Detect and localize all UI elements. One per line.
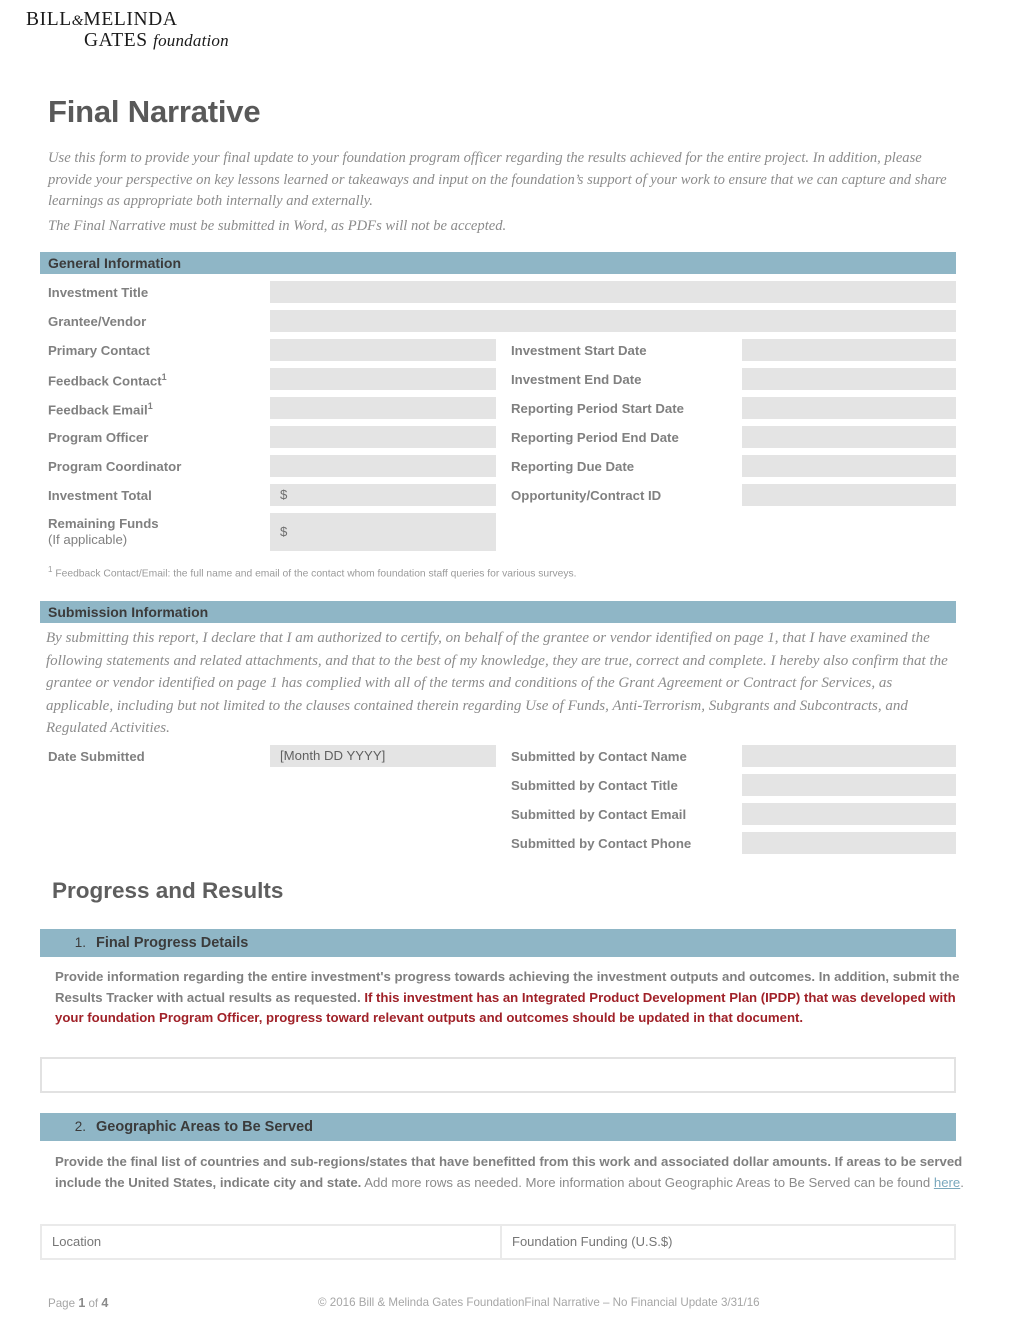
input-submitted-by-contact-phone[interactable]: [742, 832, 956, 854]
input-program-officer[interactable]: [270, 426, 496, 448]
label-grantee-vendor: Grantee/Vendor: [48, 314, 147, 329]
input-date-submitted[interactable]: [Month DD YYYY]: [270, 745, 496, 767]
input-reporting-period-end-date[interactable]: [742, 426, 956, 448]
label-submitted-by-contact-phone: Submitted by Contact Phone: [511, 836, 692, 851]
label-primary-contact: Primary Contact: [48, 343, 150, 358]
label-reporting-period-end-date: Reporting Period End Date: [511, 430, 679, 445]
label-feedback-contact: Feedback Contact1: [48, 372, 167, 389]
footnote-marker: 1: [147, 401, 153, 411]
footer-doc-ref: Final Narrative – No Financial Update 3/…: [524, 1296, 760, 1309]
input-feedback-contact[interactable]: [270, 368, 496, 390]
document-page: Bill&Melinda Gates foundation Final Narr…: [0, 0, 1020, 1320]
label-investment-title: Investment Title: [48, 285, 149, 300]
logo-gates: Gates: [84, 29, 148, 51]
section-header-final-progress-details: 1. Final Progress Details: [40, 929, 956, 957]
logo-foundation: foundation: [153, 30, 229, 50]
label-opportunity-contract-id: Opportunity/Contract ID: [511, 488, 662, 503]
section-number: 2.: [74, 1119, 86, 1134]
page-title: Final Narrative: [48, 94, 261, 129]
label-submitted-by-contact-title: Submitted by Contact Title: [511, 778, 678, 793]
logo-line-2: Gates foundation: [26, 29, 286, 51]
footer-total-pages: 4: [101, 1296, 109, 1310]
input-reporting-period-start-date[interactable]: [742, 397, 956, 419]
table-header-foundation-funding: Foundation Funding (U.S.$): [512, 1234, 673, 1249]
section-header-submission-information: Submission Information: [40, 601, 956, 623]
footer-copyright: © 2016 Bill & Melinda Gates FoundationFi…: [318, 1296, 760, 1309]
geographic-areas-help-link[interactable]: here: [934, 1175, 960, 1190]
label-program-coordinator: Program Coordinator: [48, 459, 182, 474]
input-reporting-due-date[interactable]: [742, 455, 956, 477]
currency-prefix: $: [280, 524, 288, 539]
label-investment-total: Investment Total: [48, 488, 152, 503]
intro-paragraph: Use this form to provide your final upda…: [48, 150, 947, 209]
label-submitted-by-contact-email: Submitted by Contact Email: [511, 807, 687, 822]
label-remaining-funds: Remaining Funds (If applicable): [48, 516, 159, 547]
table-header-location: Location: [42, 1226, 502, 1258]
label-program-officer: Program Officer: [48, 430, 149, 445]
input-submitted-by-contact-title[interactable]: [742, 774, 956, 796]
section-number: 1.: [74, 935, 86, 950]
intro-paragraph-2: The Final Narrative must be submitted in…: [48, 218, 507, 234]
input-program-coordinator[interactable]: [270, 455, 496, 477]
logo-melinda: Melinda: [83, 9, 178, 30]
submission-declaration-text: By submitting this report, I declare tha…: [46, 630, 948, 737]
instruction-final-progress-details: Provide information regarding the entire…: [55, 967, 967, 1029]
label-remaining-funds-sub: (If applicable): [48, 532, 128, 547]
input-remaining-funds[interactable]: $: [270, 513, 496, 551]
footnote-marker: 1: [48, 565, 53, 574]
input-investment-title[interactable]: [270, 281, 956, 303]
input-investment-total[interactable]: $: [270, 484, 496, 506]
label-reporting-due-date: Reporting Due Date: [511, 459, 635, 474]
logo-line-1: Bill&Melinda: [26, 10, 286, 30]
gates-foundation-logo: Bill&Melinda Gates foundation: [26, 10, 286, 51]
label-date-submitted: Date Submitted: [48, 749, 145, 764]
section-header-geographic-areas: 2. Geographic Areas to Be Served: [40, 1113, 956, 1141]
currency-prefix: $: [280, 487, 288, 502]
label-feedback-email: Feedback Email1: [48, 401, 153, 418]
input-investment-start-date[interactable]: [742, 339, 956, 361]
instruction-geographic-areas: Provide the final list of countries and …: [55, 1152, 967, 1193]
section-header-general-information: General Information: [40, 252, 956, 274]
label-investment-end-date: Investment End Date: [511, 372, 642, 387]
instruction-end-part: .: [960, 1174, 964, 1190]
footer-page-number: Page 1 of 4: [48, 1296, 109, 1310]
label-reporting-period-start-date: Reporting Period Start Date: [511, 401, 684, 416]
label-investment-start-date: Investment Start Date: [511, 343, 647, 358]
logo-bill: Bill: [26, 9, 72, 30]
section-title: Geographic Areas to Be Served: [96, 1119, 314, 1135]
instruction-plain-part: Add more rows as needed. More informatio…: [361, 1174, 934, 1190]
section-title: Final Progress Details: [96, 935, 249, 951]
input-investment-end-date[interactable]: [742, 368, 956, 390]
input-grantee-vendor[interactable]: [270, 310, 956, 332]
input-primary-contact[interactable]: [270, 339, 496, 361]
geographic-areas-table: Location Foundation Funding (U.S.$): [40, 1224, 956, 1260]
input-opportunity-contract-id[interactable]: [742, 484, 956, 506]
input-submitted-by-contact-name[interactable]: [742, 745, 956, 767]
label-submitted-by-contact-name: Submitted by Contact Name: [511, 749, 687, 764]
logo-ampersand: &: [71, 13, 84, 29]
footnote-feedback-contact: 1 Feedback Contact/Email: the full name …: [48, 565, 577, 580]
heading-progress-and-results: Progress and Results: [52, 878, 284, 903]
answer-textbox-final-progress-details[interactable]: [40, 1057, 956, 1093]
page-footer: Page 1 of 4 © 2016 Bill & Melinda Gates …: [0, 1296, 1020, 1318]
input-submitted-by-contact-email[interactable]: [742, 803, 956, 825]
footnote-marker: 1: [161, 372, 167, 382]
input-feedback-email[interactable]: [270, 397, 496, 419]
